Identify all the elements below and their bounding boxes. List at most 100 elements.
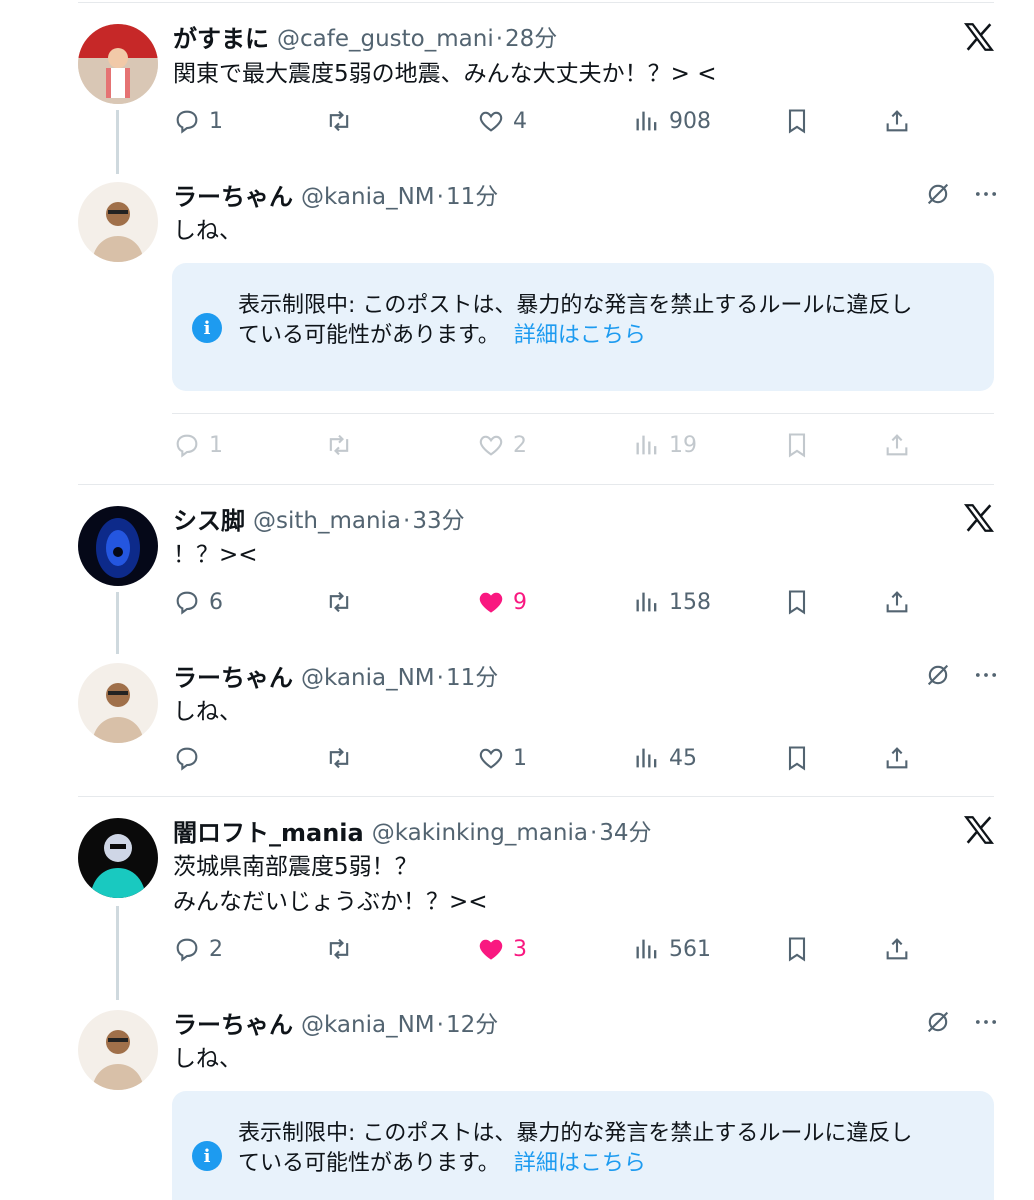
like-count: 4 xyxy=(513,108,527,134)
handle[interactable]: @sith_mania xyxy=(253,508,401,534)
display-name[interactable]: がすまに xyxy=(173,19,269,54)
views-count: 45 xyxy=(669,745,697,771)
timestamp[interactable]: 33分 xyxy=(412,508,464,534)
reply-icon xyxy=(176,747,198,771)
repost-icon xyxy=(329,938,349,960)
restriction-notice: i 表示制限中: このポストは、暴力的な発言を禁止するルールに違反し ている可能… xyxy=(172,263,994,391)
share-button[interactable] xyxy=(883,425,911,465)
bookmark-button[interactable] xyxy=(783,738,811,778)
restriction-notice: i 表示制限中: このポストは、暴力的な発言を禁止するルールに違反し ている可能… xyxy=(172,1091,994,1200)
bookmark-button[interactable] xyxy=(783,929,811,969)
display-name[interactable]: 闇ロフト_mania xyxy=(173,813,364,848)
views-button[interactable]: 45 xyxy=(633,738,697,778)
post-text-line1: 茨城県南部震度5弱！？ xyxy=(173,854,418,880)
reply-button[interactable]: 2 xyxy=(173,929,223,969)
details-link[interactable]: 詳細はこちら xyxy=(514,323,646,348)
handle[interactable]: @kania_NM xyxy=(301,1012,435,1038)
views-button[interactable]: 19 xyxy=(633,425,697,465)
bookmark-icon xyxy=(788,109,806,134)
like-button[interactable]: 1 xyxy=(477,738,527,778)
repost-button[interactable] xyxy=(325,101,353,141)
handle[interactable]: @cafe_gusto_mani xyxy=(277,26,494,52)
share-icon xyxy=(886,110,908,132)
repost-icon xyxy=(329,434,349,456)
reply-icon xyxy=(176,434,198,458)
views-icon xyxy=(636,939,657,959)
reply-button[interactable] xyxy=(173,738,201,778)
avatar[interactable] xyxy=(78,24,158,104)
reply-button[interactable]: 1 xyxy=(173,101,223,141)
post-text: しね、 xyxy=(173,699,242,725)
like-button[interactable]: 4 xyxy=(477,101,527,141)
reply-count: 2 xyxy=(209,936,223,962)
bookmark-button[interactable] xyxy=(783,582,811,622)
info-icon: i xyxy=(192,313,222,343)
views-button[interactable]: 561 xyxy=(633,929,711,969)
timestamp[interactable]: 11分 xyxy=(446,184,498,210)
bookmark-button[interactable] xyxy=(783,425,811,465)
display-name[interactable]: ラーちゃん xyxy=(173,658,293,693)
post-text: しね、 xyxy=(173,218,242,244)
timestamp[interactable]: 12分 xyxy=(446,1012,498,1038)
repost-button[interactable] xyxy=(325,582,353,622)
heart-icon xyxy=(479,435,503,456)
avatar[interactable] xyxy=(78,182,158,262)
x-logo-icon xyxy=(963,23,995,51)
like-button[interactable]: 3 xyxy=(477,929,527,969)
avatar[interactable] xyxy=(78,818,158,898)
reply-button[interactable]: 6 xyxy=(173,582,223,622)
views-icon xyxy=(636,435,657,455)
notice-line1: 表示制限中: このポストは、暴力的な発言を禁止するルールに違反し xyxy=(238,1121,913,1146)
share-button[interactable] xyxy=(883,101,911,141)
repost-button[interactable] xyxy=(325,425,353,465)
share-icon xyxy=(886,938,908,960)
bookmark-icon xyxy=(788,937,806,962)
more-icon[interactable] xyxy=(972,1008,1000,1036)
timestamp[interactable]: 34分 xyxy=(599,820,651,846)
views-icon xyxy=(636,748,657,768)
repost-icon xyxy=(329,591,349,613)
like-button[interactable]: 9 xyxy=(477,582,527,622)
timestamp[interactable]: 28分 xyxy=(505,26,557,52)
reply-count: 1 xyxy=(209,432,223,458)
x-logo-icon xyxy=(963,816,995,844)
avatar[interactable] xyxy=(78,663,158,743)
bookmark-button[interactable] xyxy=(783,101,811,141)
repost-button[interactable] xyxy=(325,929,353,969)
display-name[interactable]: ラーちゃん xyxy=(173,1005,293,1040)
share-button[interactable] xyxy=(883,738,911,778)
heart-icon xyxy=(479,111,503,132)
handle[interactable]: @kakinking_mania xyxy=(372,820,588,846)
grok-icon[interactable] xyxy=(924,661,952,689)
bookmark-icon xyxy=(788,433,806,458)
handle[interactable]: @kania_NM xyxy=(301,665,435,691)
grok-icon[interactable] xyxy=(924,1008,952,1036)
views-count: 561 xyxy=(669,936,711,962)
bookmark-icon xyxy=(788,590,806,615)
views-button[interactable]: 908 xyxy=(633,101,711,141)
notice-line2: ている可能性があります。 xyxy=(238,1151,500,1176)
repost-button[interactable] xyxy=(325,738,353,778)
avatar[interactable] xyxy=(78,1010,158,1090)
info-icon: i xyxy=(192,1141,222,1171)
action-bar: 1 45 xyxy=(173,738,913,778)
share-button[interactable] xyxy=(883,929,911,969)
share-button[interactable] xyxy=(883,582,911,622)
like-button[interactable]: 2 xyxy=(477,425,527,465)
views-button[interactable]: 158 xyxy=(633,582,711,622)
avatar[interactable] xyxy=(78,506,158,586)
more-icon[interactable] xyxy=(972,661,1000,689)
reply-button[interactable]: 1 xyxy=(173,425,223,465)
grok-icon[interactable] xyxy=(924,180,952,208)
display-name[interactable]: ラーちゃん xyxy=(173,177,293,212)
more-icon[interactable] xyxy=(972,180,1000,208)
bookmark-icon xyxy=(788,746,806,771)
like-count: 2 xyxy=(513,432,527,458)
views-count: 908 xyxy=(669,108,711,134)
handle[interactable]: @kania_NM xyxy=(301,184,435,210)
timestamp[interactable]: 11分 xyxy=(446,665,498,691)
details-link[interactable]: 詳細はこちら xyxy=(514,1151,646,1176)
x-logo-icon xyxy=(963,504,995,532)
display-name[interactable]: シス脚 xyxy=(173,501,245,536)
notice-line1: 表示制限中: このポストは、暴力的な発言を禁止するルールに違反し xyxy=(238,293,913,318)
